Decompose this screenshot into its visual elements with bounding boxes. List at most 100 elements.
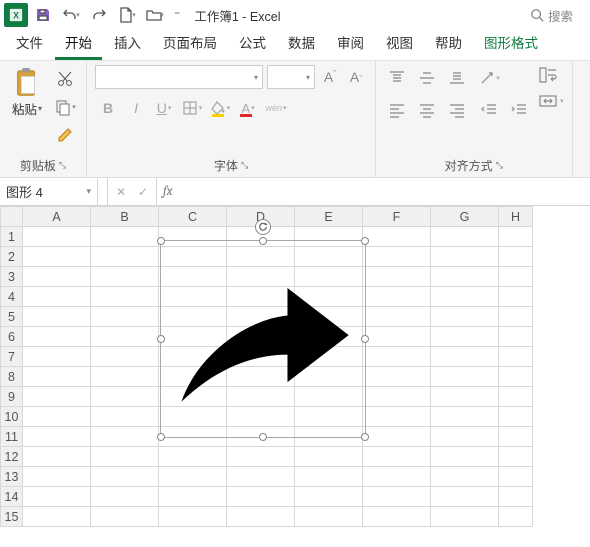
- cell[interactable]: [227, 487, 295, 507]
- cell[interactable]: [431, 327, 499, 347]
- italic-button[interactable]: I: [123, 95, 149, 121]
- cell[interactable]: [431, 247, 499, 267]
- align-center-button[interactable]: [414, 97, 440, 123]
- cell[interactable]: [23, 327, 91, 347]
- cell[interactable]: [91, 367, 159, 387]
- align-middle-button[interactable]: [414, 65, 440, 91]
- resize-handle[interactable]: [259, 433, 267, 441]
- column-header[interactable]: G: [431, 207, 499, 227]
- dialog-launcher-icon[interactable]: ⤡: [241, 160, 248, 171]
- cell[interactable]: [431, 367, 499, 387]
- paste-button[interactable]: 粘贴▾: [8, 65, 46, 120]
- confirm-edit-button[interactable]: ✓: [132, 178, 154, 206]
- name-box[interactable]: 图形 4 ▾: [0, 178, 98, 205]
- row-header[interactable]: 1: [1, 227, 23, 247]
- bold-button[interactable]: B: [95, 95, 121, 121]
- cell[interactable]: [295, 447, 363, 467]
- row-header[interactable]: 4: [1, 287, 23, 307]
- cell[interactable]: [159, 467, 227, 487]
- cell[interactable]: [91, 347, 159, 367]
- cell[interactable]: [227, 507, 295, 527]
- cell[interactable]: [499, 387, 533, 407]
- cell[interactable]: [431, 387, 499, 407]
- row-header[interactable]: 10: [1, 407, 23, 427]
- cell[interactable]: [363, 307, 431, 327]
- menu-data[interactable]: 数据: [278, 27, 325, 60]
- align-top-button[interactable]: [384, 65, 410, 91]
- cell[interactable]: [431, 487, 499, 507]
- row-header[interactable]: 9: [1, 387, 23, 407]
- cell[interactable]: [23, 507, 91, 527]
- format-painter-button[interactable]: [52, 123, 78, 147]
- row-header[interactable]: 3: [1, 267, 23, 287]
- cell[interactable]: [23, 247, 91, 267]
- rotate-handle[interactable]: [255, 219, 271, 235]
- menu-formulas[interactable]: 公式: [229, 27, 276, 60]
- cell[interactable]: [431, 307, 499, 327]
- cell[interactable]: [23, 227, 91, 247]
- borders-button[interactable]: ▾: [179, 95, 205, 121]
- open-folder-icon[interactable]: ▾: [142, 2, 168, 28]
- cell[interactable]: [91, 307, 159, 327]
- cell[interactable]: [499, 487, 533, 507]
- cell[interactable]: [499, 347, 533, 367]
- cell[interactable]: [363, 227, 431, 247]
- menu-shape-format[interactable]: 图形格式: [474, 27, 548, 60]
- qat-overflow-icon[interactable]: ⁼: [170, 8, 184, 22]
- font-family-combo[interactable]: ▾: [95, 65, 263, 89]
- font-size-combo[interactable]: ▾: [267, 65, 315, 89]
- column-header[interactable]: E: [295, 207, 363, 227]
- row-header[interactable]: 2: [1, 247, 23, 267]
- resize-handle[interactable]: [157, 237, 165, 245]
- cell[interactable]: [159, 507, 227, 527]
- underline-button[interactable]: U▾: [151, 95, 177, 121]
- cell[interactable]: [499, 307, 533, 327]
- column-header[interactable]: C: [159, 207, 227, 227]
- cell[interactable]: [431, 347, 499, 367]
- dialog-launcher-icon[interactable]: ⤡: [59, 160, 66, 171]
- row-header[interactable]: 14: [1, 487, 23, 507]
- cell[interactable]: [91, 447, 159, 467]
- font-color-button[interactable]: A▾: [235, 95, 261, 121]
- cell[interactable]: [431, 447, 499, 467]
- cell[interactable]: [23, 467, 91, 487]
- row-header[interactable]: 6: [1, 327, 23, 347]
- cell[interactable]: [499, 267, 533, 287]
- menu-review[interactable]: 审阅: [327, 27, 374, 60]
- worksheet-grid[interactable]: ABCDEFGH123456789101112131415: [0, 206, 590, 546]
- select-all-corner[interactable]: [1, 207, 23, 227]
- cell[interactable]: [499, 327, 533, 347]
- redo-icon[interactable]: [86, 2, 112, 28]
- cell[interactable]: [159, 487, 227, 507]
- cell[interactable]: [91, 287, 159, 307]
- menu-page-layout[interactable]: 页面布局: [153, 27, 227, 60]
- cell[interactable]: [23, 267, 91, 287]
- menu-insert[interactable]: 插入: [104, 27, 151, 60]
- cell[interactable]: [363, 247, 431, 267]
- cell[interactable]: [499, 367, 533, 387]
- cell[interactable]: [91, 267, 159, 287]
- copy-button[interactable]: ▾: [52, 95, 78, 119]
- cell[interactable]: [23, 347, 91, 367]
- cell[interactable]: [91, 227, 159, 247]
- align-right-button[interactable]: [444, 97, 470, 123]
- cell[interactable]: [431, 427, 499, 447]
- cell[interactable]: [23, 287, 91, 307]
- row-header[interactable]: 8: [1, 367, 23, 387]
- cell[interactable]: [91, 427, 159, 447]
- orientation-button[interactable]: ▾: [476, 65, 502, 91]
- cell[interactable]: [363, 407, 431, 427]
- wrap-text-button[interactable]: [538, 65, 564, 85]
- increase-indent-button[interactable]: [506, 97, 532, 123]
- cell[interactable]: [91, 487, 159, 507]
- menu-help[interactable]: 帮助: [425, 27, 472, 60]
- increase-font-button[interactable]: Aˆ: [319, 65, 341, 89]
- cell[interactable]: [23, 367, 91, 387]
- cell[interactable]: [363, 367, 431, 387]
- cell[interactable]: [23, 407, 91, 427]
- column-header[interactable]: H: [499, 207, 533, 227]
- cell[interactable]: [23, 487, 91, 507]
- cell[interactable]: [499, 447, 533, 467]
- cell[interactable]: [91, 387, 159, 407]
- cell[interactable]: [431, 407, 499, 427]
